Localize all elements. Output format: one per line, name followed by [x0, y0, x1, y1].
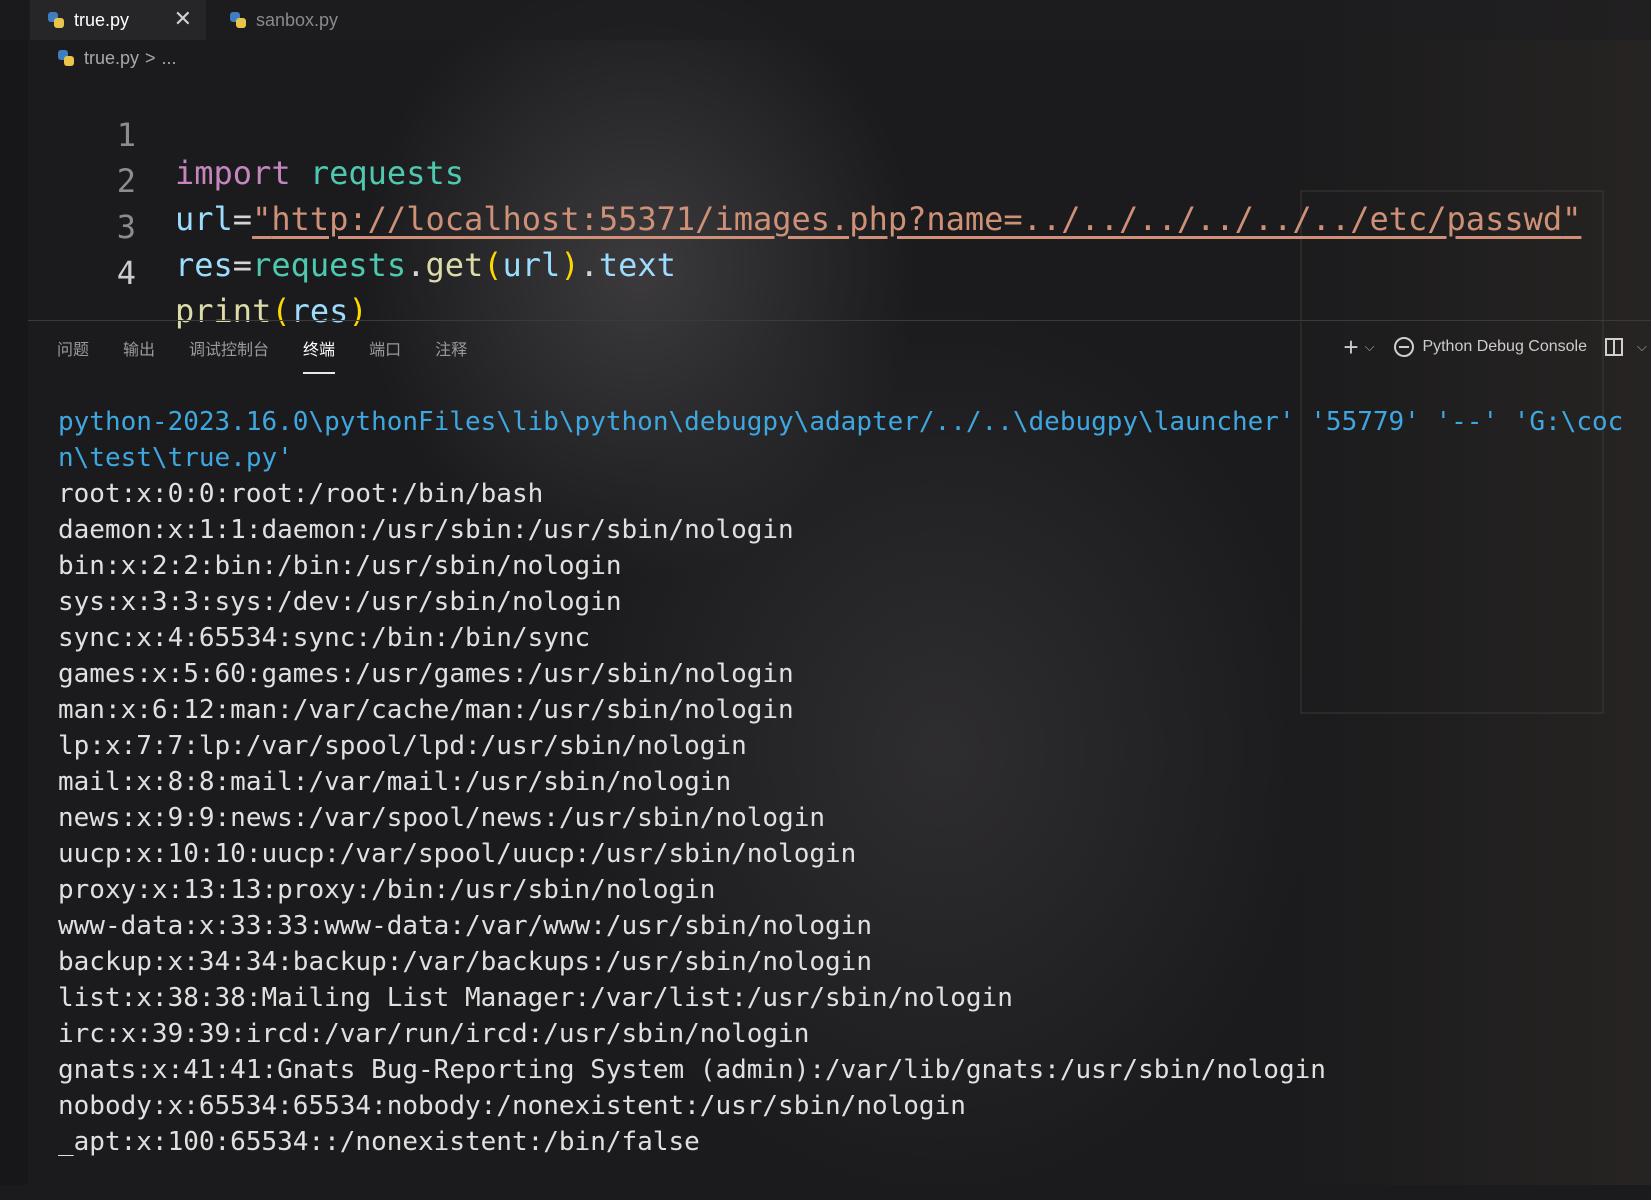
terminal-line: list:x:38:38:Mailing List Manager:/var/l… [58, 983, 1013, 1013]
bracket: ) [348, 292, 368, 330]
panel-divider[interactable] [28, 320, 1651, 321]
python-file-icon [230, 12, 246, 28]
tab-terminal[interactable]: 终端 [303, 336, 336, 374]
terminal-line: www-data:x:33:33:www-data:/var/www:/usr/… [58, 911, 872, 941]
function-name: print [175, 292, 272, 330]
terminal-line: man:x:6:12:man:/var/cache/man:/usr/sbin/… [58, 695, 794, 725]
terminal-line: root:x:0:0:root:/root:/bin/bash [58, 479, 544, 509]
code-editor[interactable]: 1 import requests 2 url="http://localhos… [28, 78, 1651, 330]
terminal-line: backup:x:34:34:backup:/var/backups:/usr/… [58, 947, 872, 977]
terminal-line: news:x:9:9:news:/var/spool/news:/usr/sbi… [58, 803, 826, 833]
code-line: 3 res=requests.get(url).text [28, 170, 1651, 284]
tab-label: sanbox.py [256, 9, 339, 30]
panel-tab-bar: 问题 输出 调试控制台 终端 端口 注释 [57, 336, 501, 374]
terminal-line: daemon:x:1:1:daemon:/usr/sbin:/usr/sbin/… [58, 515, 794, 545]
tab-ports[interactable]: 端口 [369, 336, 401, 372]
split-terminal-icon[interactable] [1605, 338, 1623, 356]
code-line: 1 import requests [28, 78, 1651, 192]
terminal-line: mail:x:8:8:mail:/var/mail:/usr/sbin/nolo… [58, 767, 732, 797]
tab-problems[interactable]: 问题 [57, 336, 89, 372]
debug-icon [1394, 337, 1415, 357]
add-terminal-icon[interactable]: + [1343, 332, 1358, 363]
code-line: 2 url="http://localhost:55371/images.php… [28, 124, 1651, 238]
code-line: 4 print(res) [28, 216, 1651, 330]
terminal-line: games:x:5:60:games:/usr/games:/usr/sbin/… [58, 659, 794, 689]
tab-debug-console[interactable]: 调试控制台 [189, 336, 269, 372]
terminal-command-line: python-2023.16.0\pythonFiles\lib\python\… [58, 407, 1624, 437]
terminal-line: lp:x:7:7:lp:/var/spool/lpd:/usr/sbin/nol… [58, 731, 747, 761]
terminal-selector[interactable]: Python Debug Console [1422, 338, 1587, 356]
breadcrumb-separator: > [145, 47, 156, 68]
terminal-line: nobody:x:65534:65534:nobody:/nonexistent… [58, 1091, 966, 1121]
tab-sanbox-py[interactable]: sanbox.py [212, 0, 382, 40]
terminal-line: bin:x:2:2:bin:/bin:/usr/sbin/nologin [58, 551, 622, 581]
python-file-icon [58, 50, 74, 66]
chevron-down-icon[interactable]: ⌵ [1365, 339, 1375, 355]
tab-comments[interactable]: 注释 [435, 336, 467, 372]
tab-true-py[interactable]: true.py ✕ [30, 0, 206, 40]
tab-output[interactable]: 输出 [123, 336, 155, 372]
terminal-line: irc:x:39:39:ircd:/var/run/ircd:/usr/sbin… [58, 1019, 810, 1049]
tab-label: true.py [74, 9, 130, 30]
code-content[interactable]: print(res) [175, 292, 368, 330]
terminal-line: gnats:x:41:41:Gnats Bug-Reporting System… [58, 1055, 1326, 1085]
terminal-output[interactable]: python-2023.16.0\pythonFiles\lib\python\… [58, 404, 1651, 1185]
breadcrumb: true.py > ... [58, 46, 177, 70]
line-number: 4 [116, 254, 136, 292]
terminal-line: sync:x:4:65534:sync:/bin:/bin/sync [58, 623, 591, 653]
bracket: ( [271, 292, 291, 330]
close-icon[interactable]: ✕ [174, 6, 192, 32]
terminal-line: proxy:x:13:13:proxy:/bin:/usr/sbin/nolog… [58, 875, 716, 905]
argument: res [290, 292, 349, 330]
panel-actions: + ⌵ Python Debug Console ⌵ [1343, 332, 1651, 362]
activity-bar-edge [0, 0, 28, 1185]
terminal-line: uucp:x:10:10:uucp:/var/spool/uucp:/usr/s… [58, 839, 857, 869]
breadcrumb-file[interactable]: true.py [84, 48, 139, 69]
terminal-command-line: n\test\true.py' [58, 443, 293, 473]
terminal-line: _apt:x:100:65534::/nonexistent:/bin/fals… [58, 1127, 700, 1157]
terminal-line: sys:x:3:3:sys:/dev:/usr/sbin/nologin [58, 587, 622, 617]
chevron-down-icon[interactable]: ⌵ [1637, 339, 1651, 355]
python-file-icon [48, 12, 64, 28]
breadcrumb-rest[interactable]: ... [162, 48, 177, 69]
editor-tab-bar: true.py ✕ sanbox.py [0, 0, 1651, 40]
